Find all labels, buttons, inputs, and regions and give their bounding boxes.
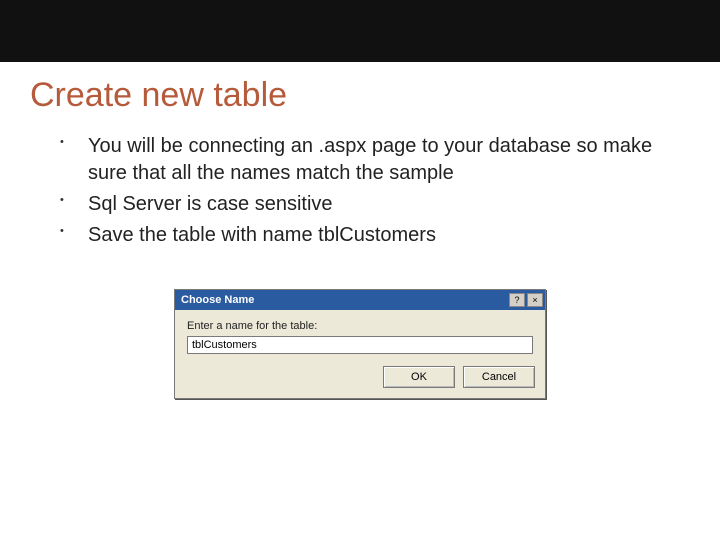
bullet-item: Save the table with name tblCustomers: [88, 222, 690, 249]
close-icon[interactable]: ×: [527, 293, 543, 307]
bullet-item: Sql Server is case sensitive: [88, 191, 690, 218]
dialog-titlebar[interactable]: Choose Name ? ×: [175, 290, 545, 310]
ok-button[interactable]: OK: [383, 366, 455, 388]
bullet-list: You will be connecting an .aspx page to …: [30, 133, 690, 249]
help-icon[interactable]: ?: [509, 293, 525, 307]
dialog-body: Enter a name for the table:: [175, 310, 545, 360]
bullet-item: You will be connecting an .aspx page to …: [88, 133, 690, 187]
dialog-title: Choose Name: [181, 294, 507, 306]
choose-name-dialog: Choose Name ? × Enter a name for the tab…: [174, 289, 546, 399]
top-bar: [0, 0, 720, 62]
input-wrap: [187, 336, 533, 354]
cancel-button[interactable]: Cancel: [463, 366, 535, 388]
dialog-container: Choose Name ? × Enter a name for the tab…: [30, 289, 690, 399]
slide-content: Create new table You will be connecting …: [0, 62, 720, 399]
slide-title: Create new table: [30, 76, 690, 115]
table-name-input[interactable]: [187, 336, 533, 354]
dialog-prompt: Enter a name for the table:: [187, 320, 533, 332]
dialog-button-row: OK Cancel: [175, 360, 545, 398]
